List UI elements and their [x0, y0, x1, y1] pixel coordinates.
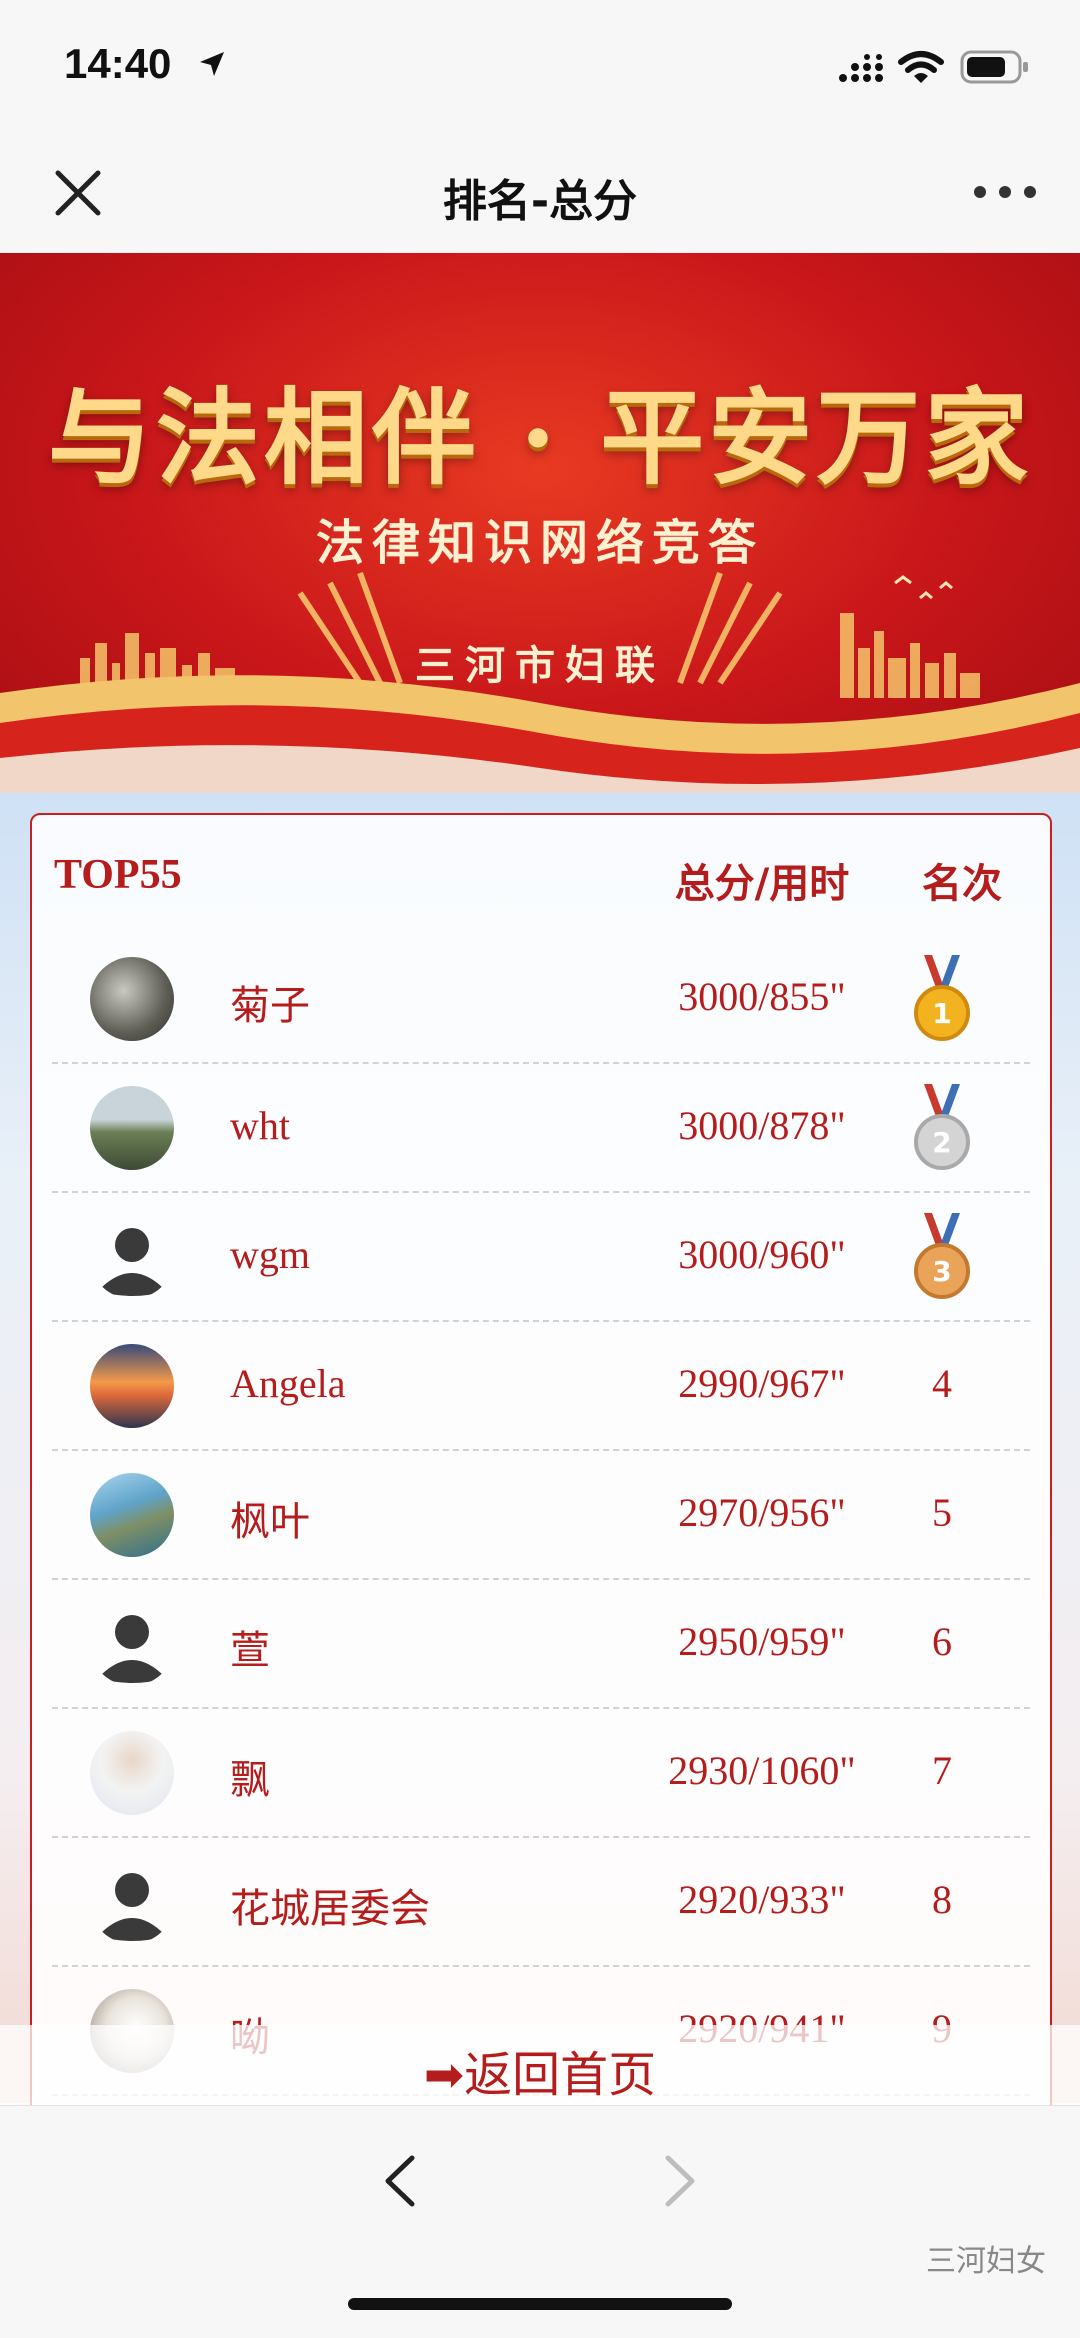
default-avatar: [90, 1215, 174, 1299]
home-indicator: [348, 2298, 732, 2310]
participant-score: 3000/960": [678, 1232, 846, 1277]
top-label: TOP55: [54, 852, 182, 898]
svg-text:3: 3: [932, 1255, 951, 1288]
gold-medal-icon: 1: [914, 955, 970, 1041]
score-column-header: 总分/用时: [674, 861, 850, 907]
cellular-signal-icon: [839, 54, 883, 82]
back-home-link[interactable]: ➡返回首页: [0, 2035, 1080, 2105]
participant-rank: 5: [932, 1490, 952, 1535]
person-icon: [98, 1615, 166, 1683]
participant-name: 枫叶: [230, 1499, 310, 1544]
svg-text:2: 2: [932, 1126, 951, 1159]
banner-headline: 与法相伴 · 平安万家: [47, 376, 1033, 499]
person-icon: [98, 1873, 166, 1941]
status-bar: 14:40: [0, 0, 1080, 135]
ranking-row: 飘 2930/1060" 7: [52, 1709, 1030, 1838]
page-title: 排名-总分: [442, 176, 638, 227]
watermark: 三河妇女: [926, 2244, 1046, 2279]
ranking-card: TOP55 总分/用时 名次 菊子 3000/855" 1 wht 3000/8…: [30, 813, 1052, 2117]
participant-name: wgm: [230, 1232, 310, 1277]
participant-rank: 7: [932, 1748, 952, 1793]
forward-arrow-icon[interactable]: [650, 2146, 710, 2216]
silver-medal-icon: 2: [914, 1084, 970, 1170]
ranking-row: Angela 2990/967" 4: [52, 1322, 1030, 1451]
participant-score: 3000/878": [678, 1103, 846, 1148]
ranking-row: 花城居委会 2920/933" 8: [52, 1838, 1030, 1967]
participant-score: 3000/855": [678, 974, 846, 1019]
ranking-row: 菊子 3000/855" 1: [52, 935, 1030, 1064]
person-icon: [98, 1228, 166, 1296]
participant-rank: 4: [932, 1361, 952, 1406]
ranking-row: wgm 3000/960" 3: [52, 1193, 1030, 1322]
banner-subtitle: 法律知识网络竞答: [315, 515, 764, 571]
back-home-bar: ➡返回首页: [0, 2025, 1080, 2105]
nav-bar: 排名-总分: [0, 135, 1080, 254]
default-avatar: [90, 1602, 174, 1686]
avatar: [90, 957, 174, 1041]
location-arrow-icon: [200, 52, 224, 76]
bronze-medal-icon: 3: [914, 1213, 970, 1299]
participant-name: wht: [230, 1103, 290, 1148]
back-arrow-icon[interactable]: [370, 2146, 430, 2216]
participant-rank: 6: [932, 1619, 952, 1664]
ranking-row: 萱 2950/959" 6: [52, 1580, 1030, 1709]
participant-name: 飘: [230, 1757, 270, 1802]
avatar: [90, 1344, 174, 1428]
avatar: [90, 1086, 174, 1170]
status-time: 14:40: [64, 40, 172, 87]
banner-organizer: 三河市妇联: [415, 643, 665, 689]
ranking-row: 枫叶 2970/956" 5: [52, 1451, 1030, 1580]
participant-name: 菊子: [230, 983, 310, 1028]
ranking-row: wht 3000/878" 2: [52, 1064, 1030, 1193]
event-banner: 与法相伴 · 平安万家 法律知识网络竞答 三河市妇联: [0, 253, 1080, 793]
participant-name: 花城居委会: [230, 1886, 430, 1931]
ranking-header: TOP55 总分/用时 名次: [32, 815, 1050, 935]
more-options-icon[interactable]: [970, 177, 1040, 207]
wifi-icon: [898, 51, 944, 83]
participant-name: Angela: [230, 1361, 346, 1406]
avatar: [90, 1473, 174, 1557]
participant-name: 萱: [230, 1628, 270, 1673]
svg-text:1: 1: [932, 997, 951, 1030]
default-avatar: [90, 1860, 174, 1944]
participant-rank: 8: [932, 1877, 952, 1922]
rank-column-header: 名次: [922, 861, 1002, 907]
avatar: [90, 1731, 174, 1815]
battery-icon: [960, 50, 1028, 84]
